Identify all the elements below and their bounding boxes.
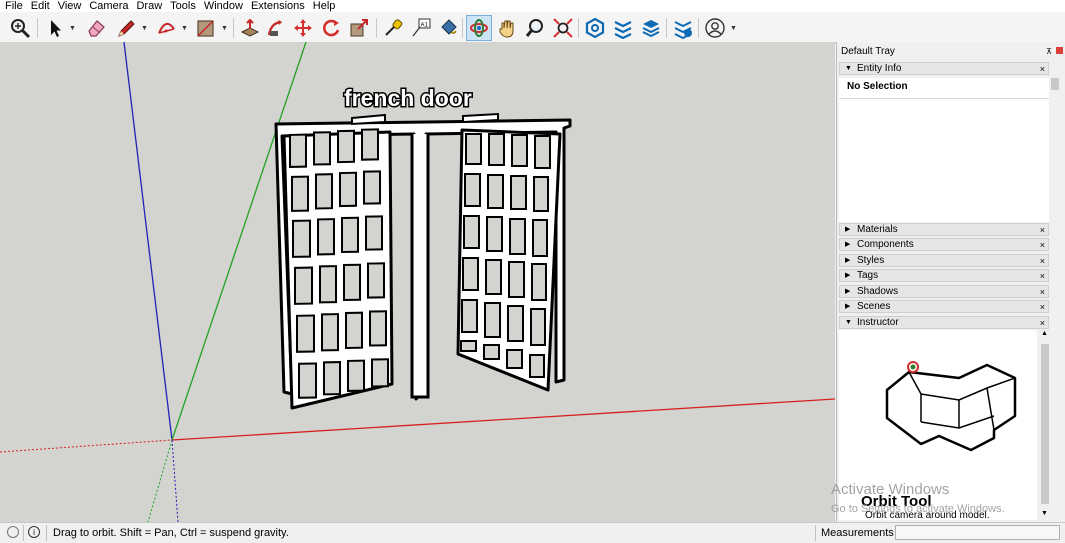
status-bar: i Drag to orbit. Shift = Pan, Ctrl = sus… [0,522,1065,543]
menu-file[interactable]: File [5,0,23,12]
panel-components-label: Components [857,239,914,250]
zoom-extents-icon[interactable] [7,15,33,41]
activate-windows-subtitle: Go to Settings to activate Windows. [831,503,1005,515]
collapsed-icon: ▶ [845,303,851,310]
orbit-illustration [885,361,1017,452]
panel-scenes[interactable]: ▶ Scenes × [839,300,1049,313]
red-axis-negative [0,439,173,453]
scale-icon[interactable] [346,15,372,41]
panel-shadows[interactable]: ▶ Shadows × [839,285,1049,298]
main-toolbar: ▼ ▼ ▼ ▼ A1 ▼ [0,12,1065,43]
panel-materials-label: Materials [857,224,898,235]
close-icon[interactable]: × [1040,317,1045,329]
panel-instructor-label: Instructor [857,317,899,328]
push-pull-icon[interactable] [237,15,263,41]
text-icon[interactable]: A1 [408,15,434,41]
orbit-icon[interactable] [466,15,492,41]
eraser-icon[interactable] [83,15,109,41]
svg-text:A1: A1 [421,23,429,29]
menu-bar: File Edit View Camera Draw Tools Window … [0,0,1065,12]
entity-scrollbar[interactable] [1050,78,1060,222]
extension-icon[interactable] [610,15,636,41]
menu-view[interactable]: View [58,0,82,12]
collapsed-icon: ▶ [845,257,851,264]
select-icon[interactable] [42,15,68,41]
entity-info-content: No Selection [839,78,1049,222]
zoom-icon[interactable] [522,15,548,41]
panel-components[interactable]: ▶ Components × [839,238,1049,251]
tray-close-icon[interactable] [1056,47,1063,54]
follow-me-icon[interactable] [263,15,289,41]
tape-measure-icon[interactable] [380,15,406,41]
tray-title: Default Tray [841,46,895,57]
measurements-label: Measurements [821,527,894,539]
panel-styles-label: Styles [857,255,885,266]
arc-dropdown-icon[interactable]: ▼ [181,25,188,32]
default-tray: Default Tray ⊼ ▼ Entity Info × No Select… [836,42,1065,522]
blue-axis [123,42,173,441]
panel-instructor[interactable]: ▼ Instructor × [839,316,1049,329]
model-label: french door [344,85,472,111]
green-axis-negative [147,439,173,522]
menu-edit[interactable]: Edit [31,0,50,12]
no-selection-text: No Selection [847,81,908,92]
collapsed-icon: ▶ [845,288,851,295]
zoom-window-icon[interactable] [550,15,576,41]
blue-axis-negative [171,439,179,522]
expanded-icon: ▼ [845,65,852,72]
close-icon[interactable]: × [1040,270,1045,282]
menu-help[interactable]: Help [313,0,336,12]
move-icon[interactable] [290,15,316,41]
select-dropdown-icon[interactable]: ▼ [69,25,76,32]
collapsed-icon: ▶ [845,272,851,279]
collapsed-icon: ▶ [845,226,851,233]
measurements-input[interactable] [895,525,1060,540]
pan-icon[interactable] [494,15,520,41]
collapsed-icon: ▶ [845,241,851,248]
menu-draw[interactable]: Draw [136,0,162,12]
panel-tags[interactable]: ▶ Tags × [839,269,1049,282]
panel-materials[interactable]: ▶ Materials × [839,223,1049,236]
shape-dropdown-icon[interactable]: ▼ [221,25,228,32]
panel-scenes-label: Scenes [857,301,891,312]
menu-camera[interactable]: Camera [89,0,128,12]
french-door-model[interactable] [274,112,572,410]
expanded-icon: ▼ [845,319,852,326]
red-axis [171,398,835,441]
close-icon[interactable]: × [1040,301,1045,313]
geolocation-icon[interactable] [7,526,19,538]
menu-window[interactable]: Window [204,0,243,12]
shape-icon[interactable] [193,15,219,41]
rotate-icon[interactable] [318,15,344,41]
model-viewport[interactable]: french door [0,42,835,522]
close-icon[interactable]: × [1040,224,1045,236]
panel-tags-label: Tags [857,270,879,281]
instructor-scrollbar[interactable]: ▲ ▼ [1040,330,1050,520]
account-dropdown-icon[interactable]: ▼ [730,25,737,32]
paint-bucket-icon[interactable] [435,15,461,41]
panel-shadows-label: Shadows [857,286,899,297]
sandbox-icon[interactable] [670,15,696,41]
menu-tools[interactable]: Tools [170,0,196,12]
line-dropdown-icon[interactable]: ▼ [141,25,148,32]
warehouse-icon[interactable] [582,15,608,41]
panel-entity-info-label: Entity Info [857,63,902,74]
status-message: Drag to orbit. Shift = Pan, Ctrl = suspe… [53,527,289,539]
close-icon[interactable]: × [1040,63,1045,75]
info-icon[interactable]: i [28,526,40,538]
arc-icon[interactable] [153,15,179,41]
menu-extensions[interactable]: Extensions [251,0,305,12]
panel-styles[interactable]: ▶ Styles × [839,254,1049,267]
panel-entity-info[interactable]: ▼ Entity Info × [839,62,1049,75]
activate-windows-title: Activate Windows [831,481,950,498]
account-icon[interactable] [702,15,728,41]
tray-pin-icon[interactable]: ⊼ [1046,47,1052,56]
close-icon[interactable]: × [1040,286,1045,298]
close-icon[interactable]: × [1040,255,1045,267]
layout-icon[interactable] [638,15,664,41]
line-icon[interactable] [113,15,139,41]
close-icon[interactable]: × [1040,239,1045,251]
